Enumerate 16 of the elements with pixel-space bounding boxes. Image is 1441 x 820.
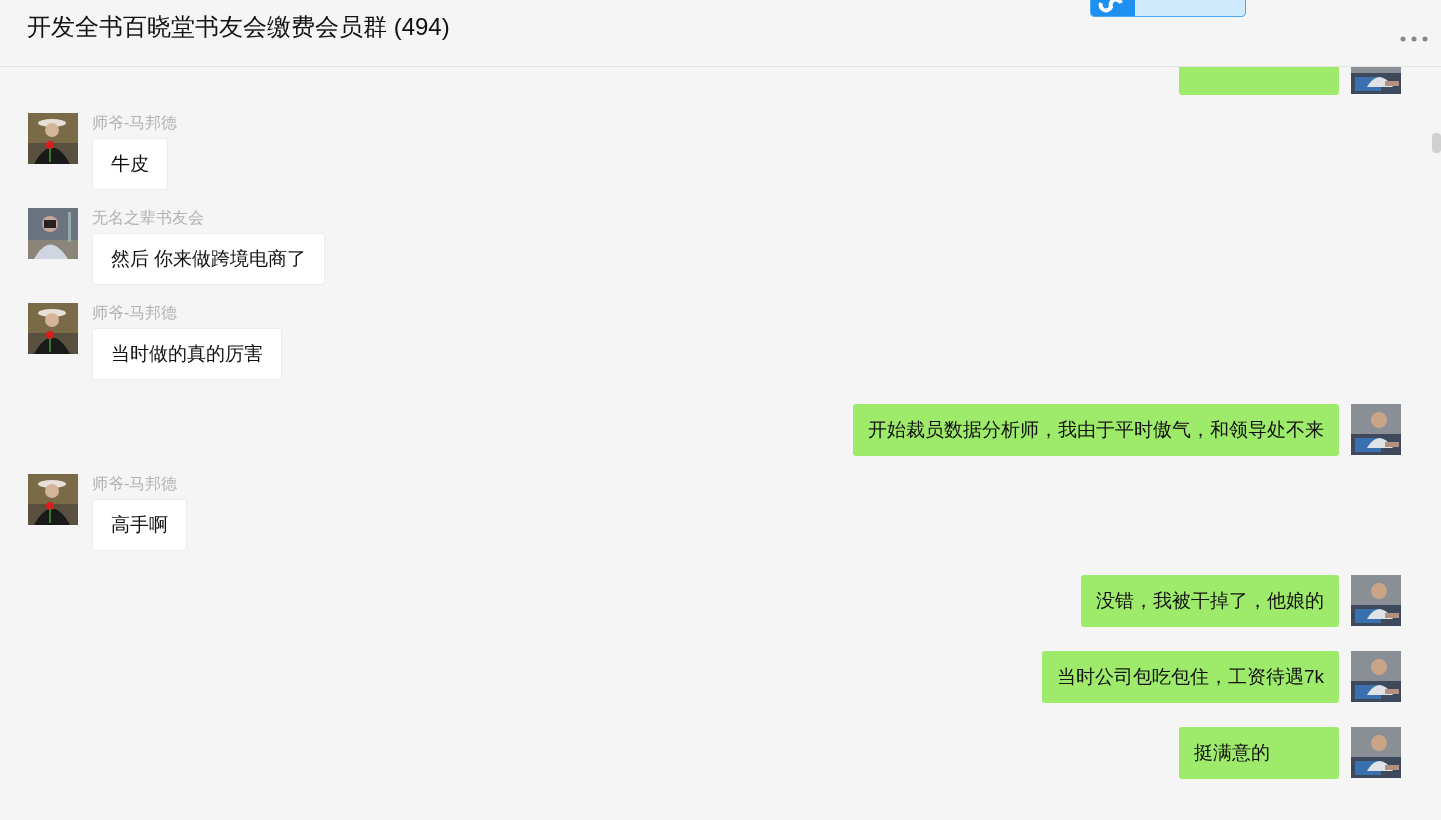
message-bubble: 挺满意的 [1179, 727, 1339, 779]
message-bubble: 当时做的真的厉害 [92, 328, 282, 380]
message-bubble: 牛皮 [92, 138, 168, 190]
message-bubble: 没错，我被干掉了，他娘的 [1081, 575, 1339, 627]
sender-name: 师爷-马邦德 [92, 303, 179, 323]
message-bubble: 当时公司包吃包住，工资待遇7k [1041, 651, 1339, 703]
message-bubble: 高手啊 [92, 499, 187, 551]
sender-name: 师爷-马邦德 [92, 113, 178, 133]
more-icon[interactable] [1399, 35, 1429, 43]
message-bubble: 开始裁员数据分析师，我由于平时傲气，和领导处不来 [853, 404, 1339, 456]
message-bubble: 然后 你来做跨境电商了 [92, 233, 326, 285]
upload-button[interactable] [1090, 0, 1246, 17]
scrollbar-thumb[interactable] [1432, 133, 1441, 153]
chat-title: 开发全书百晓堂书友会缴费会员群 (494) [27, 12, 450, 42]
sender-name: 无名之辈书友会 [92, 208, 205, 228]
sender-name: 师爷-马邦德 [92, 474, 179, 494]
